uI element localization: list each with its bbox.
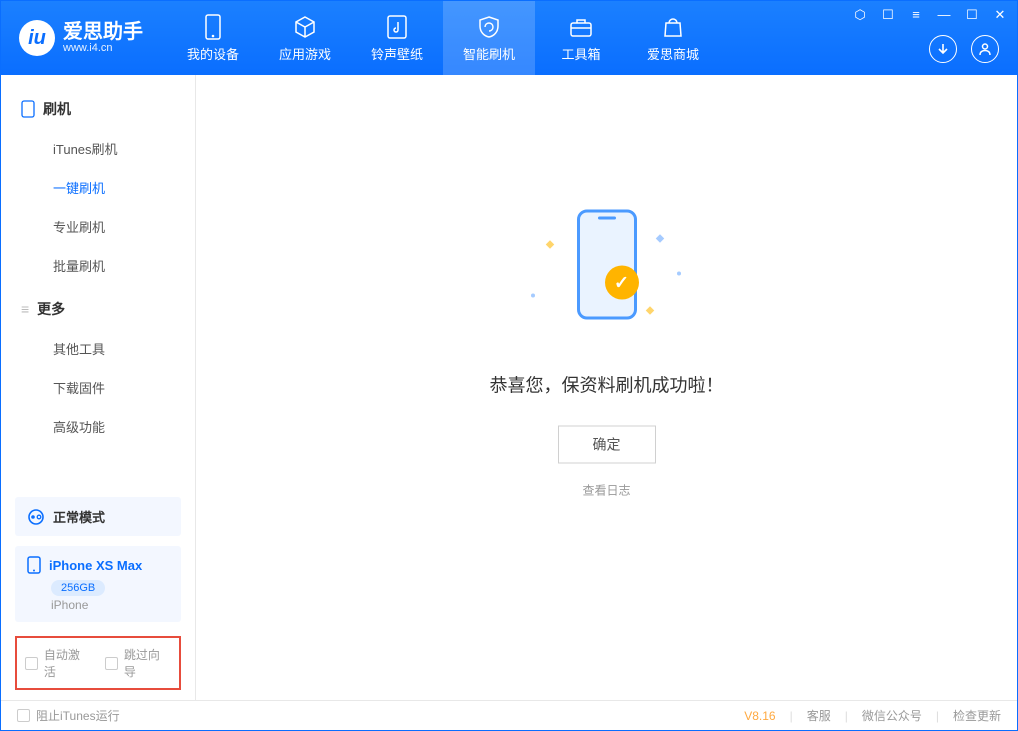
mode-label: 正常模式 bbox=[53, 507, 105, 526]
app-window: iu 爱思助手 www.i4.cn 我的设备 应用游戏 铃声壁纸 智能刷机 bbox=[0, 0, 1018, 731]
device-storage: 256GB bbox=[51, 580, 105, 596]
view-log-link[interactable]: 查看日志 bbox=[490, 482, 724, 499]
sidebar-item-itunes-flash[interactable]: iTunes刷机 bbox=[1, 129, 195, 168]
sidebar-group-flash: 刷机 iTunes刷机 一键刷机 专业刷机 批量刷机 bbox=[1, 93, 195, 285]
close-button[interactable]: ✕ bbox=[991, 7, 1009, 23]
checkbox-block-itunes[interactable]: 阻止iTunes运行 bbox=[17, 707, 120, 724]
window-controls: ⬡ ☐ ≡ — ☐ ✕ bbox=[851, 7, 1009, 23]
maximize-button[interactable]: ☐ bbox=[963, 7, 981, 23]
cube-icon bbox=[292, 14, 318, 40]
refresh-shield-icon bbox=[476, 14, 502, 40]
checkbox-skip-guide[interactable]: 跳过向导 bbox=[105, 646, 171, 680]
tab-ringtones-wallpapers[interactable]: 铃声壁纸 bbox=[351, 1, 443, 75]
highlighted-checkbox-row: 自动激活 跳过向导 bbox=[15, 636, 181, 690]
toolbox-icon bbox=[568, 14, 594, 40]
phone-small-icon bbox=[21, 100, 35, 118]
user-button[interactable] bbox=[971, 35, 999, 63]
tab-smart-flash[interactable]: 智能刷机 bbox=[443, 1, 535, 75]
success-illustration: ✓ bbox=[517, 202, 697, 342]
sidebar-item-pro-flash[interactable]: 专业刷机 bbox=[1, 207, 195, 246]
version-label: V8.16 bbox=[744, 709, 775, 723]
tab-toolbox[interactable]: 工具箱 bbox=[535, 1, 627, 75]
sidebar-group-more: ≡ 更多 其他工具 下载固件 高级功能 bbox=[1, 293, 195, 446]
device-type: iPhone bbox=[51, 598, 169, 612]
device-icon bbox=[200, 14, 226, 40]
app-subtitle: www.i4.cn bbox=[63, 42, 143, 54]
menu-icon[interactable]: ≡ bbox=[907, 7, 925, 23]
success-panel: ✓ 恭喜您，保资料刷机成功啦！ 确定 查看日志 bbox=[490, 202, 724, 499]
body: 刷机 iTunes刷机 一键刷机 专业刷机 批量刷机 ≡ 更多 其他工具 下载固… bbox=[1, 75, 1017, 700]
tab-label: 应用游戏 bbox=[279, 44, 331, 63]
phone-icon bbox=[577, 210, 637, 320]
logo: iu 爱思助手 www.i4.cn bbox=[19, 20, 143, 56]
main-tabs: 我的设备 应用游戏 铃声壁纸 智能刷机 工具箱 爱思商城 bbox=[167, 1, 719, 75]
sidebar-item-download-firmware[interactable]: 下载固件 bbox=[1, 368, 195, 407]
device-box[interactable]: iPhone XS Max 256GB iPhone bbox=[15, 546, 181, 622]
tab-apps-games[interactable]: 应用游戏 bbox=[259, 1, 351, 75]
tab-label: 爱思商城 bbox=[647, 44, 699, 63]
main-content: ✓ 恭喜您，保资料刷机成功啦！ 确定 查看日志 bbox=[196, 75, 1017, 700]
device-name: iPhone XS Max bbox=[49, 558, 142, 573]
download-button[interactable] bbox=[929, 35, 957, 63]
app-title: 爱思助手 bbox=[63, 22, 143, 42]
customer-service-link[interactable]: 客服 bbox=[807, 707, 831, 724]
sidebar-item-other-tools[interactable]: 其他工具 bbox=[1, 329, 195, 368]
sidebar-item-advanced[interactable]: 高级功能 bbox=[1, 407, 195, 446]
sidebar: 刷机 iTunes刷机 一键刷机 专业刷机 批量刷机 ≡ 更多 其他工具 下载固… bbox=[1, 75, 196, 700]
header-right-actions bbox=[929, 35, 999, 63]
wechat-link[interactable]: 微信公众号 bbox=[862, 707, 922, 724]
tab-store[interactable]: 爱思商城 bbox=[627, 1, 719, 75]
tab-label: 我的设备 bbox=[187, 44, 239, 63]
shirt-icon[interactable]: ⬡ bbox=[851, 7, 869, 23]
minimize-button[interactable]: — bbox=[935, 7, 953, 23]
logo-icon: iu bbox=[19, 20, 55, 56]
checkbox-auto-activate[interactable]: 自动激活 bbox=[25, 646, 91, 680]
tab-my-device[interactable]: 我的设备 bbox=[167, 1, 259, 75]
sidebar-group-title: 刷机 bbox=[1, 93, 195, 129]
check-update-link[interactable]: 检查更新 bbox=[953, 707, 1001, 724]
mode-box[interactable]: 正常模式 bbox=[15, 497, 181, 536]
device-phone-icon bbox=[27, 556, 41, 574]
device-name-row: iPhone XS Max bbox=[27, 556, 169, 574]
list-icon: ≡ bbox=[21, 301, 29, 317]
success-message: 恭喜您，保资料刷机成功啦！ bbox=[490, 372, 724, 398]
statusbar-right: V8.16 | 客服 | 微信公众号 | 检查更新 bbox=[744, 707, 1001, 724]
header: iu 爱思助手 www.i4.cn 我的设备 应用游戏 铃声壁纸 智能刷机 bbox=[1, 1, 1017, 75]
sync-icon bbox=[27, 508, 45, 526]
sidebar-group-title: ≡ 更多 bbox=[1, 293, 195, 329]
check-badge-icon: ✓ bbox=[605, 266, 639, 300]
statusbar: 阻止iTunes运行 V8.16 | 客服 | 微信公众号 | 检查更新 bbox=[1, 700, 1017, 730]
tab-label: 工具箱 bbox=[561, 44, 600, 63]
music-file-icon bbox=[384, 14, 410, 40]
tab-label: 智能刷机 bbox=[463, 44, 515, 63]
ok-button[interactable]: 确定 bbox=[558, 426, 656, 464]
sidebar-item-oneclick-flash[interactable]: 一键刷机 bbox=[1, 168, 195, 207]
feedback-icon[interactable]: ☐ bbox=[879, 7, 897, 23]
sidebar-item-batch-flash[interactable]: 批量刷机 bbox=[1, 246, 195, 285]
tab-label: 铃声壁纸 bbox=[371, 44, 423, 63]
shopping-bag-icon bbox=[660, 14, 686, 40]
